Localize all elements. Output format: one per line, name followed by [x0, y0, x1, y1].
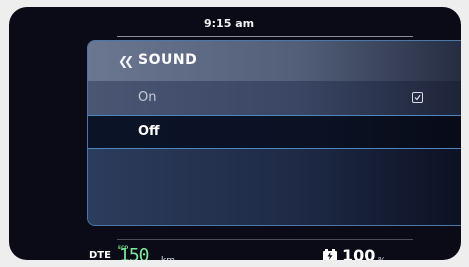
- menu-option-off[interactable]: Off: [88, 115, 461, 149]
- double-chevron-left-icon[interactable]: ❮❮: [118, 54, 134, 68]
- footer-divider: [117, 239, 413, 240]
- option-label: Off: [138, 124, 160, 139]
- battery-level: 100: [342, 246, 376, 261]
- clock: 9:15 am: [204, 17, 255, 30]
- menu-header[interactable]: ❮❮ SOUND: [88, 41, 461, 81]
- battery-charging-icon: [323, 249, 337, 260]
- menu-option-on[interactable]: On: [88, 81, 461, 115]
- checkbox-checked-icon[interactable]: [412, 92, 423, 103]
- menu-title: SOUND: [138, 52, 198, 68]
- dte-label: DTE: [89, 250, 111, 260]
- dashboard-screen: 9:15 am ❮❮ SOUND On Off DTE ECO 150 km 1…: [9, 7, 461, 260]
- header-divider: [117, 36, 413, 37]
- sound-menu-panel: ❮❮ SOUND On Off: [87, 40, 461, 226]
- dte-unit: km: [161, 256, 175, 260]
- option-label: On: [138, 90, 157, 105]
- dte-value: 150: [119, 245, 149, 261]
- battery-unit: %: [378, 256, 386, 260]
- menu-empty-area: [88, 149, 461, 225]
